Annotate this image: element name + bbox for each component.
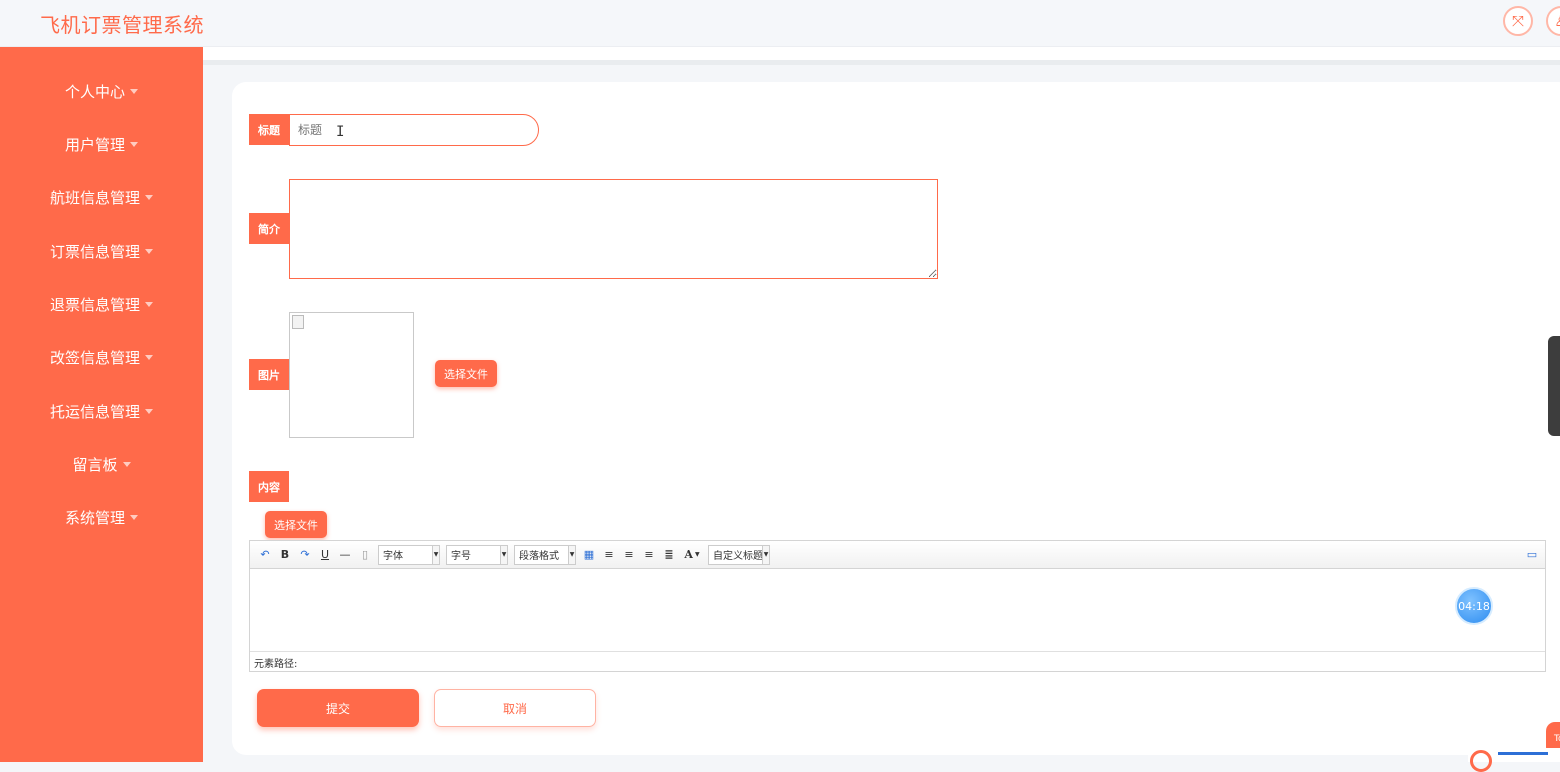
- font-family-value: 字体: [383, 551, 403, 562]
- title-label: 标题: [249, 114, 289, 145]
- font-color-label: A: [684, 548, 693, 561]
- sidebar-item-label: 个人中心: [64, 82, 125, 101]
- underline-button[interactable]: U: [318, 547, 332, 563]
- sidebar-item-user-management[interactable]: 用户管理: [0, 129, 203, 159]
- sidebar-item-label: 用户管理: [64, 135, 125, 154]
- dropdown-arrow-icon: ▼: [762, 545, 769, 564]
- font-size-value: 字号: [451, 551, 471, 562]
- element-path: 元素路径:: [250, 651, 1545, 671]
- caret-down-icon: [130, 514, 138, 520]
- paragraph-format-select[interactable]: 段落格式 ▼: [514, 544, 576, 565]
- dropdown-arrow-icon: ▼: [568, 545, 575, 564]
- caret-down-icon: [130, 141, 138, 147]
- content-label: 内容: [249, 471, 289, 502]
- paragraph-format-value: 段落格式: [519, 551, 559, 562]
- content-upload-button[interactable]: 选择文件: [265, 511, 327, 538]
- intro-label: 简介: [249, 213, 289, 244]
- app-title: 飞机订票管理系统: [40, 13, 204, 37]
- sidebar-item-flight-info[interactable]: 航班信息管理: [0, 182, 203, 212]
- sidebar-item-system-management[interactable]: 系统管理: [0, 502, 203, 532]
- intro-textarea[interactable]: [289, 179, 938, 279]
- editor-toolbar: ↶ B ↷ U — ▯ 字体 ▼ 字号 ▼ 段落格式 ▼ ▦ ≡ ≡ ≡ ≣ A…: [250, 541, 1545, 569]
- caret-down-icon: [122, 461, 131, 467]
- caret-down-icon: [145, 194, 153, 200]
- image-preview: [289, 312, 414, 438]
- sidebar-item-label: 改签信息管理: [49, 348, 140, 367]
- image-upload-button[interactable]: 选择文件: [435, 360, 497, 387]
- sidebar-item-label: 订票信息管理: [49, 242, 140, 261]
- user-icon[interactable]: ♙: [1546, 6, 1560, 36]
- sidebar-item-label: 留言板: [72, 455, 118, 474]
- sidebar-item-label: 托运信息管理: [49, 402, 140, 421]
- caret-down-icon: [145, 408, 153, 414]
- sidebar-item-booking-info[interactable]: 订票信息管理: [0, 236, 203, 266]
- font-size-select[interactable]: 字号 ▼: [446, 544, 508, 565]
- logo-text-mark: [1498, 752, 1548, 755]
- sidebar-item-personal-center[interactable]: 个人中心: [0, 76, 203, 106]
- fullscreen-icon[interactable]: ▭: [1525, 547, 1539, 563]
- sidebar-item-label: 航班信息管理: [49, 188, 140, 207]
- floating-timer[interactable]: 04:18: [1455, 587, 1493, 625]
- cancel-button[interactable]: 取消: [434, 689, 596, 727]
- dropdown-arrow-icon: ▼: [432, 545, 439, 564]
- table-icon[interactable]: ▦: [582, 547, 596, 563]
- caret-down-icon: [145, 301, 153, 307]
- logo-icon: [1470, 750, 1492, 772]
- corner-logo: [1468, 748, 1560, 772]
- editor-body[interactable]: [250, 569, 1545, 651]
- image-label: 图片: [249, 359, 289, 390]
- caret-down-icon: [145, 354, 153, 360]
- expand-icon[interactable]: ⤧: [1503, 6, 1533, 36]
- sidebar-item-message-board[interactable]: 留言板: [0, 449, 203, 479]
- align-left-icon[interactable]: ≡: [602, 547, 616, 563]
- dropdown-arrow-icon: ▼: [500, 545, 507, 564]
- horizontal-rule-icon[interactable]: —: [338, 547, 352, 563]
- sidebar-item-label: 系统管理: [64, 508, 125, 527]
- redo-icon[interactable]: ↷: [298, 547, 312, 563]
- caret-down-icon: [145, 248, 153, 254]
- content-header-strip: [203, 47, 1560, 65]
- top-bar: 飞机订票管理系统 ⤧ ♙: [0, 0, 1560, 47]
- submit-button[interactable]: 提交: [257, 689, 419, 727]
- justify-icon[interactable]: ≣: [662, 547, 676, 563]
- sidebar-item-refund-info[interactable]: 退票信息管理: [0, 289, 203, 319]
- font-family-select[interactable]: 字体 ▼: [378, 544, 440, 565]
- font-color-button[interactable]: A ▼: [682, 547, 702, 563]
- align-right-icon[interactable]: ≡: [642, 547, 656, 563]
- title-input[interactable]: [289, 114, 539, 146]
- broken-image-icon: [292, 315, 304, 329]
- scroll-handle[interactable]: [1548, 336, 1560, 436]
- custom-title-value: 自定义标题: [713, 551, 763, 562]
- rich-text-editor: ↶ B ↷ U — ▯ 字体 ▼ 字号 ▼ 段落格式 ▼ ▦ ≡ ≡ ≡ ≣ A…: [249, 540, 1546, 672]
- text-cursor-icon: I: [336, 124, 345, 140]
- caret-down-icon: [130, 88, 138, 94]
- undo-icon[interactable]: ↶: [258, 547, 272, 563]
- bold-button[interactable]: B: [278, 547, 292, 563]
- page-icon[interactable]: ▯: [358, 547, 372, 563]
- sidebar-item-rebook-info[interactable]: 改签信息管理: [0, 342, 203, 372]
- align-center-icon[interactable]: ≡: [622, 547, 636, 563]
- sidebar-item-label: 退票信息管理: [49, 295, 140, 314]
- custom-title-select[interactable]: 自定义标题 ▼: [708, 544, 770, 565]
- sidebar-item-baggage-info[interactable]: 托运信息管理: [0, 396, 203, 426]
